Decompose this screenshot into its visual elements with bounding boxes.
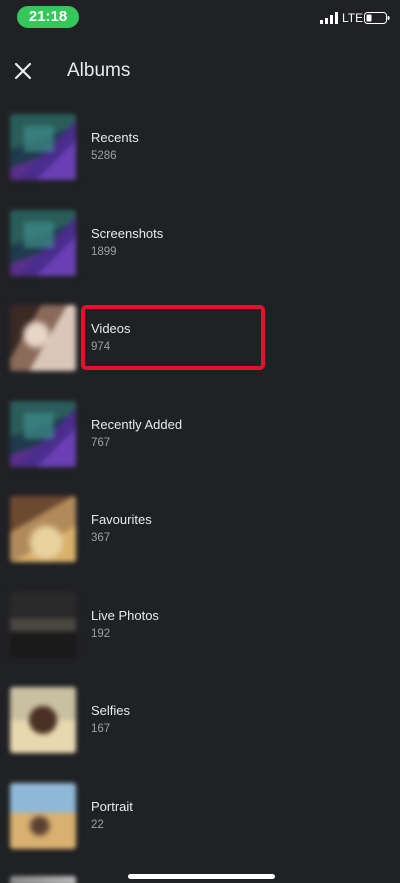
- album-item-selfies[interactable]: Selfies 167: [0, 677, 400, 773]
- status-bar: 21:18 LTE: [0, 0, 400, 36]
- album-name: Recents: [91, 130, 139, 145]
- battery-icon: [364, 12, 390, 24]
- status-time: 21:18: [17, 6, 79, 28]
- album-thumbnail: [10, 114, 76, 180]
- album-name: Selfies: [91, 703, 131, 718]
- album-thumbnail: [10, 591, 76, 658]
- home-indicator[interactable]: [128, 874, 275, 879]
- album-name: Favourites: [91, 512, 152, 527]
- album-thumbnail: [10, 496, 76, 562]
- cellular-signal-icon: [320, 12, 338, 24]
- album-name: Recently Added: [91, 416, 183, 432]
- album-count: 367: [91, 532, 111, 544]
- album-name: Videos: [91, 321, 131, 336]
- app-header: Albums: [0, 40, 400, 102]
- album-thumbnail: [10, 876, 76, 883]
- album-name: Live Photos: [91, 607, 159, 623]
- album-item-portrait[interactable]: Portrait 22: [0, 773, 400, 869]
- album-item-live-photos[interactable]: Live Photos 192: [0, 582, 400, 678]
- album-name: Portrait: [91, 798, 133, 814]
- page-title: Albums: [67, 60, 131, 81]
- album-count: 5286: [91, 150, 117, 162]
- album-list: Recents 5286 Screenshots 1899 Videos 974…: [0, 104, 400, 868]
- album-thumbnail: [10, 400, 76, 467]
- album-count: 974: [91, 341, 111, 353]
- album-item-recents[interactable]: Recents 5286: [0, 104, 400, 200]
- album-item-videos[interactable]: Videos 974: [0, 295, 400, 391]
- album-count: 22: [91, 818, 104, 831]
- album-name: Screenshots: [91, 225, 164, 241]
- network-type: LTE: [342, 11, 364, 25]
- album-thumbnail: [10, 687, 76, 753]
- album-item-favourites[interactable]: Favourites 367: [0, 486, 400, 582]
- albums-screen: 21:18 LTE Albums Recents 5286 Screenshot…: [0, 0, 400, 883]
- album-count: 1899: [91, 245, 117, 258]
- album-count: 767: [91, 436, 111, 449]
- album-thumbnail: [10, 305, 76, 371]
- album-item-recently-added[interactable]: Recently Added 767: [0, 391, 400, 487]
- album-thumbnail: [10, 209, 76, 276]
- album-thumbnail: [10, 782, 76, 849]
- close-button[interactable]: [8, 56, 38, 86]
- album-item-screenshots[interactable]: Screenshots 1899: [0, 200, 400, 296]
- album-count: 192: [91, 627, 111, 640]
- close-icon: [14, 62, 32, 80]
- album-count: 167: [91, 723, 111, 735]
